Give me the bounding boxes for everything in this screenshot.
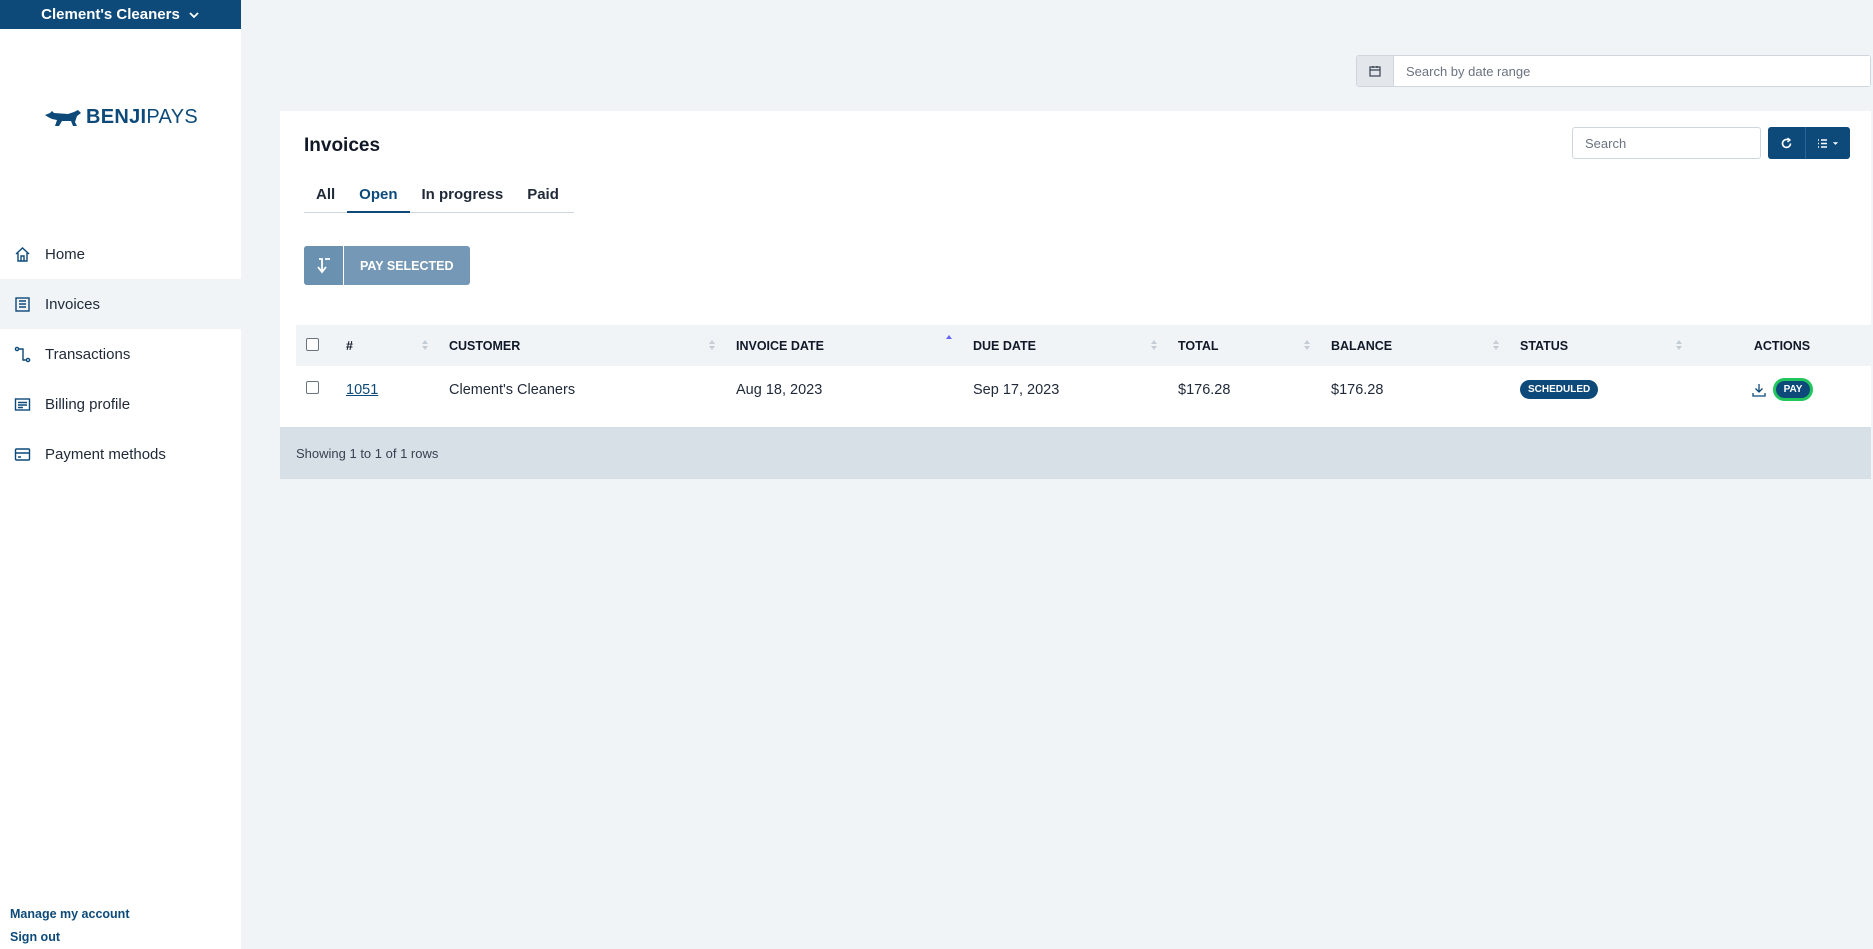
sidebar-footer: Manage my account Sign out — [10, 903, 129, 949]
column-label: DUE DATE — [973, 338, 1036, 353]
due-date-cell: Sep 17, 2023 — [973, 381, 1060, 398]
column-header-balance[interactable]: BALANCE — [1321, 325, 1510, 366]
invoice-date-cell: Aug 18, 2023 — [736, 381, 823, 398]
date-range-input[interactable] — [1394, 56, 1870, 86]
sort-icon — [1304, 340, 1310, 350]
sidebar-item-label: Home — [45, 245, 86, 263]
column-label: TOTAL — [1178, 338, 1219, 353]
column-label: INVOICE DATE — [736, 338, 824, 353]
transactions-icon — [14, 346, 31, 362]
page-title: Invoices — [304, 135, 381, 156]
tab-open[interactable]: Open — [347, 177, 410, 213]
sidebar: Clement's Cleaners BENJIPAYS Home Invoic… — [0, 0, 241, 949]
logo-text-light: PAYS — [146, 106, 198, 128]
tab-all[interactable]: All — [304, 177, 347, 212]
column-label: # — [346, 338, 353, 353]
column-header-invoice-date[interactable]: INVOICE DATE — [726, 325, 963, 366]
table-toolbar — [1768, 127, 1850, 159]
sidebar-item-transactions[interactable]: Transactions — [0, 329, 241, 379]
status-badge: SCHEDULED — [1520, 380, 1599, 399]
org-switcher[interactable]: Clement's Cleaners — [0, 0, 241, 29]
sidebar-item-invoices[interactable]: Invoices — [0, 279, 241, 329]
logo-text-bold: BENJI — [86, 106, 147, 128]
balance-cell: $176.28 — [1331, 381, 1384, 398]
invoices-table: # CUSTOMER INVOICE DATE DUE DATE TOTAL B… — [296, 325, 1871, 413]
table-search-input[interactable] — [1572, 127, 1761, 159]
calendar-icon — [1369, 66, 1381, 77]
sign-out-link[interactable]: Sign out — [10, 926, 129, 949]
column-header-customer[interactable]: CUSTOMER — [439, 325, 726, 366]
column-label: BALANCE — [1331, 338, 1393, 353]
sidebar-item-label: Invoices — [45, 295, 101, 313]
home-icon — [15, 246, 30, 262]
dog-logo-icon — [45, 109, 81, 126]
select-all-checkbox[interactable] — [306, 337, 319, 351]
invoice-icon — [15, 296, 30, 312]
org-name: Clement's Cleaners — [41, 6, 180, 23]
tab-paid[interactable]: Paid — [515, 177, 571, 212]
select-all-cell — [296, 325, 336, 366]
credit-card-icon — [14, 447, 31, 461]
refresh-icon — [1781, 136, 1792, 148]
column-label: CUSTOMER — [449, 338, 521, 353]
refresh-button[interactable] — [1768, 127, 1806, 159]
customer-cell: Clement's Cleaners — [449, 381, 576, 398]
column-header-due-date[interactable]: DUE DATE — [963, 325, 1168, 366]
sidebar-item-label: Billing profile — [45, 395, 131, 413]
sidebar-item-label: Transactions — [45, 345, 131, 363]
invoices-card: Invoices All Open In progress Paid PAY S… — [280, 111, 1871, 479]
tab-in-progress[interactable]: In progress — [410, 177, 516, 212]
chevron-down-icon — [189, 11, 199, 18]
column-header-total[interactable]: TOTAL — [1168, 325, 1321, 366]
column-header-number[interactable]: # — [336, 325, 439, 366]
list-icon — [1818, 138, 1827, 148]
total-cell: $176.28 — [1178, 381, 1231, 398]
table-header-row: # CUSTOMER INVOICE DATE DUE DATE TOTAL B… — [296, 325, 1871, 366]
caret-down-icon — [1832, 141, 1839, 145]
sort-ascending-icon — [946, 335, 952, 339]
column-label: STATUS — [1520, 338, 1569, 353]
benjipays-logo: BENJIPAYS — [44, 106, 198, 129]
sort-icon — [1676, 340, 1682, 350]
sidebar-item-billing-profile[interactable]: Billing profile — [0, 379, 241, 429]
manage-account-link[interactable]: Manage my account — [10, 903, 129, 926]
sort-icon — [709, 340, 715, 350]
sidebar-item-label: Payment methods — [45, 445, 166, 463]
billing-icon — [14, 397, 31, 411]
download-icon[interactable] — [1751, 382, 1767, 398]
sidebar-item-payment-methods[interactable]: Payment methods — [0, 429, 241, 479]
columns-dropdown-button[interactable] — [1806, 127, 1850, 159]
invoice-number-link[interactable]: 1051 — [346, 382, 378, 398]
status-cell: SCHEDULED — [1510, 366, 1693, 413]
actions-cell: PAY — [1693, 366, 1871, 413]
pay-selected-button[interactable]: PAY SELECTED — [304, 246, 470, 285]
table-pagination-info: Showing 1 to 1 of 1 rows — [280, 427, 1871, 479]
invoice-tabs: All Open In progress Paid — [304, 177, 574, 213]
pay-arrow-icon — [304, 246, 344, 285]
table-row: 1051 Clement's Cleaners Aug 18, 2023 Sep… — [296, 366, 1871, 413]
calendar-button[interactable] — [1357, 56, 1394, 86]
sort-icon — [422, 340, 428, 350]
date-range-search — [1356, 55, 1871, 87]
row-checkbox[interactable] — [306, 381, 319, 394]
sidebar-item-home[interactable]: Home — [0, 229, 241, 279]
sort-icon — [1493, 340, 1499, 350]
pay-selected-label: PAY SELECTED — [360, 258, 454, 273]
column-header-status[interactable]: STATUS — [1510, 325, 1693, 366]
row-select-cell — [296, 366, 336, 413]
column-header-actions: ACTIONS — [1753, 338, 1811, 353]
sidebar-nav: Home Invoices Transactions Billing profi… — [0, 229, 241, 479]
invoice-number-cell: 1051 — [336, 366, 439, 413]
pay-button[interactable]: PAY — [1772, 378, 1814, 401]
sort-icon — [1151, 340, 1157, 350]
